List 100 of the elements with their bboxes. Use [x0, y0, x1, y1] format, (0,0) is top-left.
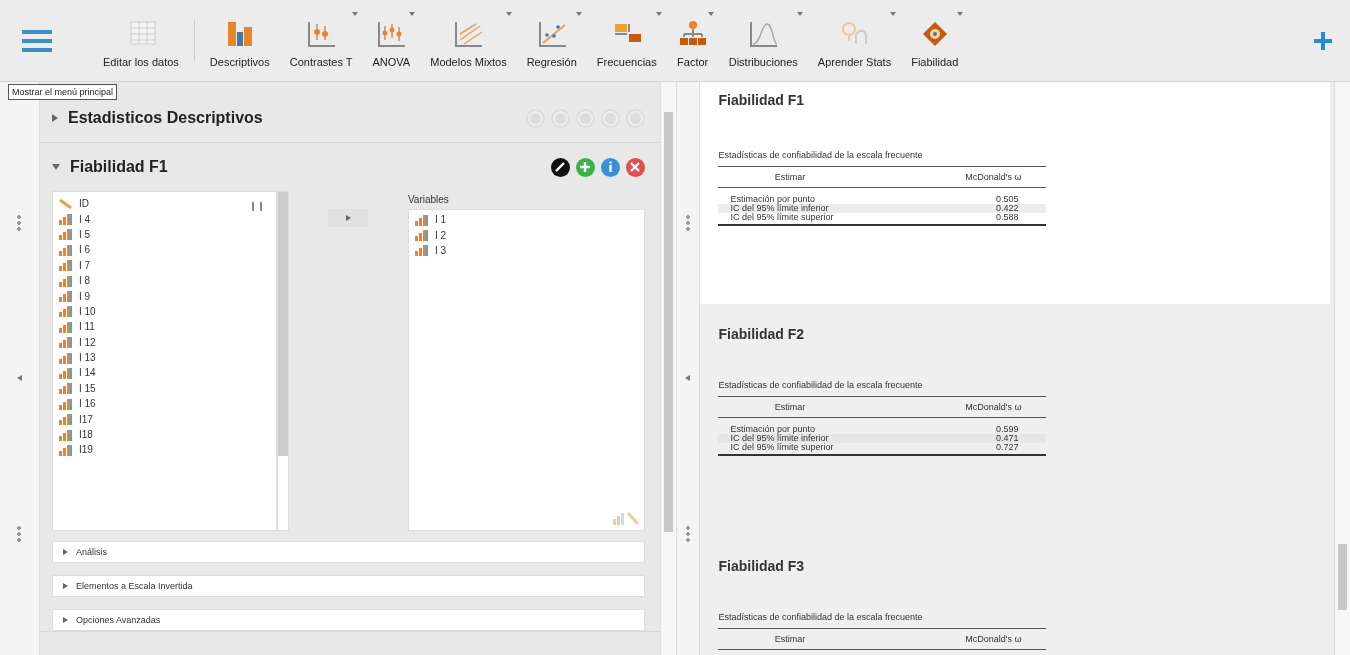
table-cell-text: 0.727: [994, 443, 1020, 452]
scrollbar[interactable]: [1334, 82, 1350, 655]
toolbar-button[interactable]: Descriptivos: [202, 0, 277, 81]
bars-icon: [58, 413, 73, 426]
section-header[interactable]: Análisis: [51, 541, 645, 563]
variable-item[interactable]: I 16: [58, 396, 270, 412]
toolbar-button[interactable]: Editar los datos: [96, 0, 186, 81]
column-header: Estimar: [773, 402, 807, 412]
close-icon: [629, 161, 641, 173]
variable-item[interactable]: I19: [58, 442, 270, 458]
bars-icon: [58, 428, 73, 441]
variable-item[interactable]: I17: [58, 411, 270, 427]
bars-icon: [414, 244, 429, 257]
result-title: Fiabilidad F1: [718, 92, 806, 108]
pencil-icon: [58, 197, 73, 210]
toolbar-button[interactable]: Modelos Mixtos: [423, 0, 514, 81]
variables-field[interactable]: I 1 I 2 I 3: [407, 209, 645, 531]
field-label: Variables: [407, 193, 450, 207]
assign-button[interactable]: [328, 209, 369, 227]
variable-item[interactable]: I 4: [58, 211, 270, 227]
bars-icon: [414, 229, 429, 242]
column-header: Estimar: [773, 634, 807, 644]
arrow-icon: [345, 215, 351, 221]
toolbar-button[interactable]: ANOVA: [365, 0, 418, 81]
tooltip: Mostrar el menú principal: [8, 84, 118, 100]
info-icon: [607, 161, 613, 173]
edit-button[interactable]: [550, 157, 570, 177]
toolbar-button[interactable]: Regresión: [519, 0, 584, 81]
variable-item[interactable]: I18: [58, 426, 270, 443]
variable-item[interactable]: I 15: [58, 380, 270, 397]
analysis-title[interactable]: Estadisticos Descriptivos: [67, 109, 263, 127]
bars-icon: [58, 320, 73, 333]
section-title: Elementos a Escala Invertida: [75, 581, 193, 591]
close-button[interactable]: [625, 157, 645, 177]
variable-item[interactable]: I 2: [414, 227, 638, 243]
bars-icon: [58, 305, 73, 318]
bars-icon: [58, 290, 73, 303]
table-cell-text: 0.588: [994, 213, 1020, 222]
table-cell-text: 0.599: [994, 425, 1020, 434]
toolbar-button[interactable]: Aprender Stats: [810, 0, 899, 81]
bars-icon: [414, 213, 429, 226]
plus-icon: [1312, 29, 1334, 52]
variable-item[interactable]: ID: [58, 196, 270, 212]
info-button[interactable]: [600, 157, 620, 177]
table-cell-text: IC del 95% límite superior: [729, 213, 835, 222]
disclosure-icon[interactable]: [51, 164, 60, 170]
variable-item[interactable]: I 8: [58, 272, 270, 289]
result-title: Fiabilidad F2: [718, 326, 806, 342]
bars-icon: [58, 259, 73, 272]
sort-icon[interactable]: [251, 202, 262, 211]
disclosure-icon[interactable]: [51, 114, 58, 122]
variable-item[interactable]: I 10: [58, 303, 270, 320]
table-cell-text: IC del 95% límite inferior: [729, 434, 830, 443]
toolbar-button[interactable]: Distribuciones: [721, 0, 805, 81]
bars-icon: [58, 367, 73, 379]
toolbar-button[interactable]: Factor: [669, 0, 716, 81]
bars-icon: [58, 336, 73, 349]
table-cell-text: 0.505: [994, 195, 1020, 204]
toolbar-button[interactable]: Frecuencias: [589, 0, 664, 81]
variable-item[interactable]: I 5: [58, 226, 270, 243]
bars-icon: [58, 443, 73, 456]
bars-icon: [58, 213, 73, 226]
column-header: McDonald's ω: [964, 172, 1023, 182]
table-cell-text: IC del 95% límite superior: [729, 443, 835, 452]
section-title: Opciones Avanzadas: [75, 615, 161, 625]
variable-types-icon: [611, 510, 640, 526]
table-cell-text: 0.422: [994, 204, 1020, 213]
table-cell-text: 0.471: [994, 434, 1020, 443]
variable-item[interactable]: I 12: [58, 334, 270, 350]
bars-icon: [58, 382, 73, 395]
bars-icon: [58, 228, 73, 241]
section-title: Análisis: [75, 547, 107, 557]
variable-item[interactable]: I 13: [58, 349, 270, 366]
table-caption: Estadísticas de confiabilidad de la escala frecuente: [718, 150, 924, 160]
bars-icon: [58, 274, 73, 287]
section-header[interactable]: Elementos a Escala Invertida: [51, 575, 645, 597]
variable-item[interactable]: I 6: [58, 242, 270, 258]
table-cell-text: IC del 95% límite inferior: [729, 204, 830, 213]
variable-item[interactable]: I 14: [58, 365, 270, 381]
toolbar-button[interactable]: Contrastes T: [282, 0, 360, 81]
variable-item[interactable]: I 7: [58, 257, 270, 273]
add-button[interactable]: [575, 157, 595, 177]
menu-icon: [22, 28, 52, 53]
result-title: Fiabilidad F3: [718, 558, 806, 574]
column-header: McDonald's ω: [964, 634, 1023, 644]
table-caption: Estadísticas de confiabilidad de la escala frecuente: [718, 612, 924, 622]
analysis-title[interactable]: Fiabilidad F1: [69, 158, 168, 176]
variable-item[interactable]: I 9: [58, 288, 270, 304]
splitter-handle[interactable]: [675, 82, 701, 655]
toolbar-button[interactable]: Fiabilidad: [904, 0, 966, 81]
table-cell-text: Estimación por punto: [729, 195, 817, 204]
variable-item[interactable]: I 1: [414, 212, 638, 228]
table-cell-text: Estimación por punto: [729, 425, 817, 434]
bars-icon: [58, 351, 73, 364]
section-header[interactable]: Opciones Avanzadas: [51, 609, 645, 631]
column-header: Estimar: [773, 172, 807, 182]
variable-item[interactable]: I 11: [58, 319, 270, 335]
table-caption: Estadísticas de confiabilidad de la escala frecuente: [718, 380, 924, 390]
variable-item[interactable]: I 3: [414, 242, 638, 259]
column-header: McDonald's ω: [964, 402, 1023, 412]
